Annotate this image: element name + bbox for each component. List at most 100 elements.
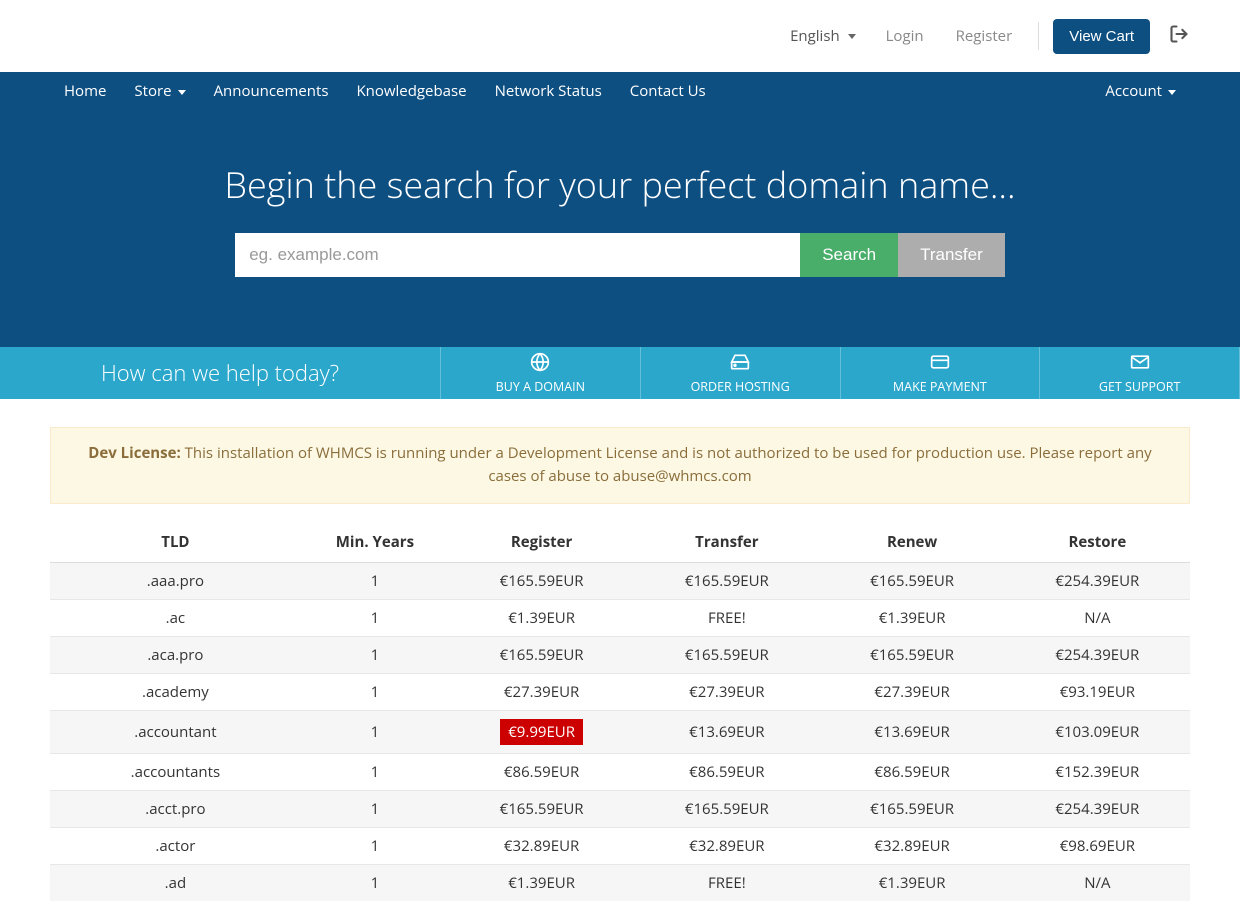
- cell-min-years: 1: [301, 753, 449, 790]
- cell-tld: .ad: [50, 864, 301, 901]
- sign-out-icon[interactable]: [1168, 24, 1190, 49]
- nav-knowledgebase[interactable]: Knowledgebase: [342, 72, 480, 110]
- cell-min-years: 1: [301, 599, 449, 636]
- cell-register: €9.99EUR: [449, 710, 634, 753]
- cell-renew: €165.59EUR: [819, 636, 1004, 673]
- caret-down-icon: [848, 26, 856, 46]
- search-button[interactable]: Search: [800, 233, 898, 277]
- nav-right: Account: [1091, 72, 1190, 110]
- alert-strong: Dev License:: [88, 443, 180, 463]
- table-row: .aca.pro1€165.59EUR€165.59EUR€165.59EUR€…: [50, 636, 1190, 673]
- table-row: .accountants1€86.59EUR€86.59EUR€86.59EUR…: [50, 753, 1190, 790]
- tile-label: MAKE PAYMENT: [893, 378, 987, 395]
- cell-restore: €254.39EUR: [1005, 562, 1190, 599]
- cell-transfer: FREE!: [634, 599, 819, 636]
- cell-restore: €254.39EUR: [1005, 636, 1190, 673]
- pricing-table: TLD Min. Years Register Transfer Renew R…: [50, 522, 1190, 901]
- help-row: How can we help today? BUY A DOMAIN ORDE…: [0, 347, 1240, 399]
- cell-min-years: 1: [301, 864, 449, 901]
- nav-store-label: Store: [134, 81, 171, 101]
- cell-renew: €13.69EUR: [819, 710, 1004, 753]
- cell-restore: €93.19EUR: [1005, 673, 1190, 710]
- caret-down-icon: [1168, 81, 1176, 101]
- hero: Begin the search for your perfect domain…: [0, 110, 1240, 347]
- nav-store[interactable]: Store: [120, 72, 199, 110]
- table-row: .ad1€1.39EURFREE!€1.39EURN/A: [50, 864, 1190, 901]
- nav-network-status[interactable]: Network Status: [481, 72, 616, 110]
- tile-buy-domain[interactable]: BUY A DOMAIN: [440, 347, 640, 399]
- th-register: Register: [449, 522, 634, 563]
- th-renew: Renew: [819, 522, 1004, 563]
- cell-renew: €1.39EUR: [819, 599, 1004, 636]
- nav-contact-us[interactable]: Contact Us: [616, 72, 720, 110]
- cell-tld: .aaa.pro: [50, 562, 301, 599]
- tile-order-hosting[interactable]: ORDER HOSTING: [640, 347, 840, 399]
- table-row: .ac1€1.39EURFREE!€1.39EURN/A: [50, 599, 1190, 636]
- domain-search-input[interactable]: [235, 233, 800, 277]
- cell-renew: €86.59EUR: [819, 753, 1004, 790]
- tile-get-support[interactable]: GET SUPPORT: [1039, 347, 1240, 399]
- th-transfer: Transfer: [634, 522, 819, 563]
- divider: [1038, 22, 1039, 50]
- cell-register: €165.59EUR: [449, 562, 634, 599]
- th-min-years: Min. Years: [301, 522, 449, 563]
- nav-announcements[interactable]: Announcements: [200, 72, 343, 110]
- alert-text: This installation of WHMCS is running un…: [185, 443, 1152, 486]
- cell-transfer: €165.59EUR: [634, 636, 819, 673]
- th-restore: Restore: [1005, 522, 1190, 563]
- navbar: Home Store Announcements Knowledgebase N…: [0, 72, 1240, 110]
- cell-min-years: 1: [301, 710, 449, 753]
- cell-min-years: 1: [301, 636, 449, 673]
- main-container: Dev License: This installation of WHMCS …: [50, 427, 1190, 901]
- cell-renew: €165.59EUR: [819, 562, 1004, 599]
- nav-home[interactable]: Home: [50, 72, 120, 110]
- tile-label: GET SUPPORT: [1099, 378, 1181, 395]
- cell-transfer: €165.59EUR: [634, 790, 819, 827]
- cell-renew: €165.59EUR: [819, 790, 1004, 827]
- register-link[interactable]: Register: [944, 20, 1025, 52]
- cell-transfer: €165.59EUR: [634, 562, 819, 599]
- credit-card-icon: [930, 352, 950, 376]
- caret-down-icon: [178, 81, 186, 101]
- tile-label: ORDER HOSTING: [691, 378, 790, 395]
- cell-transfer: €27.39EUR: [634, 673, 819, 710]
- table-row: .aaa.pro1€165.59EUR€165.59EUR€165.59EUR€…: [50, 562, 1190, 599]
- cell-register: €1.39EUR: [449, 599, 634, 636]
- cell-restore: €152.39EUR: [1005, 753, 1190, 790]
- tile-label: BUY A DOMAIN: [496, 378, 585, 395]
- tile-make-payment[interactable]: MAKE PAYMENT: [840, 347, 1040, 399]
- view-cart-button[interactable]: View Cart: [1053, 19, 1150, 54]
- cell-tld: .ac: [50, 599, 301, 636]
- cell-tld: .acct.pro: [50, 790, 301, 827]
- language-selector[interactable]: English: [780, 20, 866, 52]
- cell-register: €165.59EUR: [449, 790, 634, 827]
- cell-register: €1.39EUR: [449, 864, 634, 901]
- cell-min-years: 1: [301, 673, 449, 710]
- cell-register: €165.59EUR: [449, 636, 634, 673]
- globe-icon: [530, 352, 550, 376]
- table-row: .accountant1€9.99EUR€13.69EUR€13.69EUR€1…: [50, 710, 1190, 753]
- cell-register: €86.59EUR: [449, 753, 634, 790]
- cell-tld: .accountant: [50, 710, 301, 753]
- envelope-icon: [1130, 352, 1150, 376]
- transfer-button[interactable]: Transfer: [898, 233, 1005, 277]
- th-tld: TLD: [50, 522, 301, 563]
- nav-account[interactable]: Account: [1091, 72, 1190, 110]
- sale-badge: €9.99EUR: [500, 719, 583, 745]
- cell-transfer: FREE!: [634, 864, 819, 901]
- cell-tld: .academy: [50, 673, 301, 710]
- cell-transfer: €13.69EUR: [634, 710, 819, 753]
- cell-min-years: 1: [301, 790, 449, 827]
- cell-min-years: 1: [301, 562, 449, 599]
- nav-left: Home Store Announcements Knowledgebase N…: [50, 72, 720, 110]
- hdd-icon: [730, 352, 750, 376]
- dev-license-alert: Dev License: This installation of WHMCS …: [50, 427, 1190, 504]
- cell-register: €27.39EUR: [449, 673, 634, 710]
- cell-tld: .aca.pro: [50, 636, 301, 673]
- cell-restore: €103.09EUR: [1005, 710, 1190, 753]
- cell-renew: €1.39EUR: [819, 864, 1004, 901]
- cell-renew: €27.39EUR: [819, 673, 1004, 710]
- nav-account-label: Account: [1105, 81, 1162, 101]
- cell-restore: N/A: [1005, 599, 1190, 636]
- login-link[interactable]: Login: [874, 20, 936, 52]
